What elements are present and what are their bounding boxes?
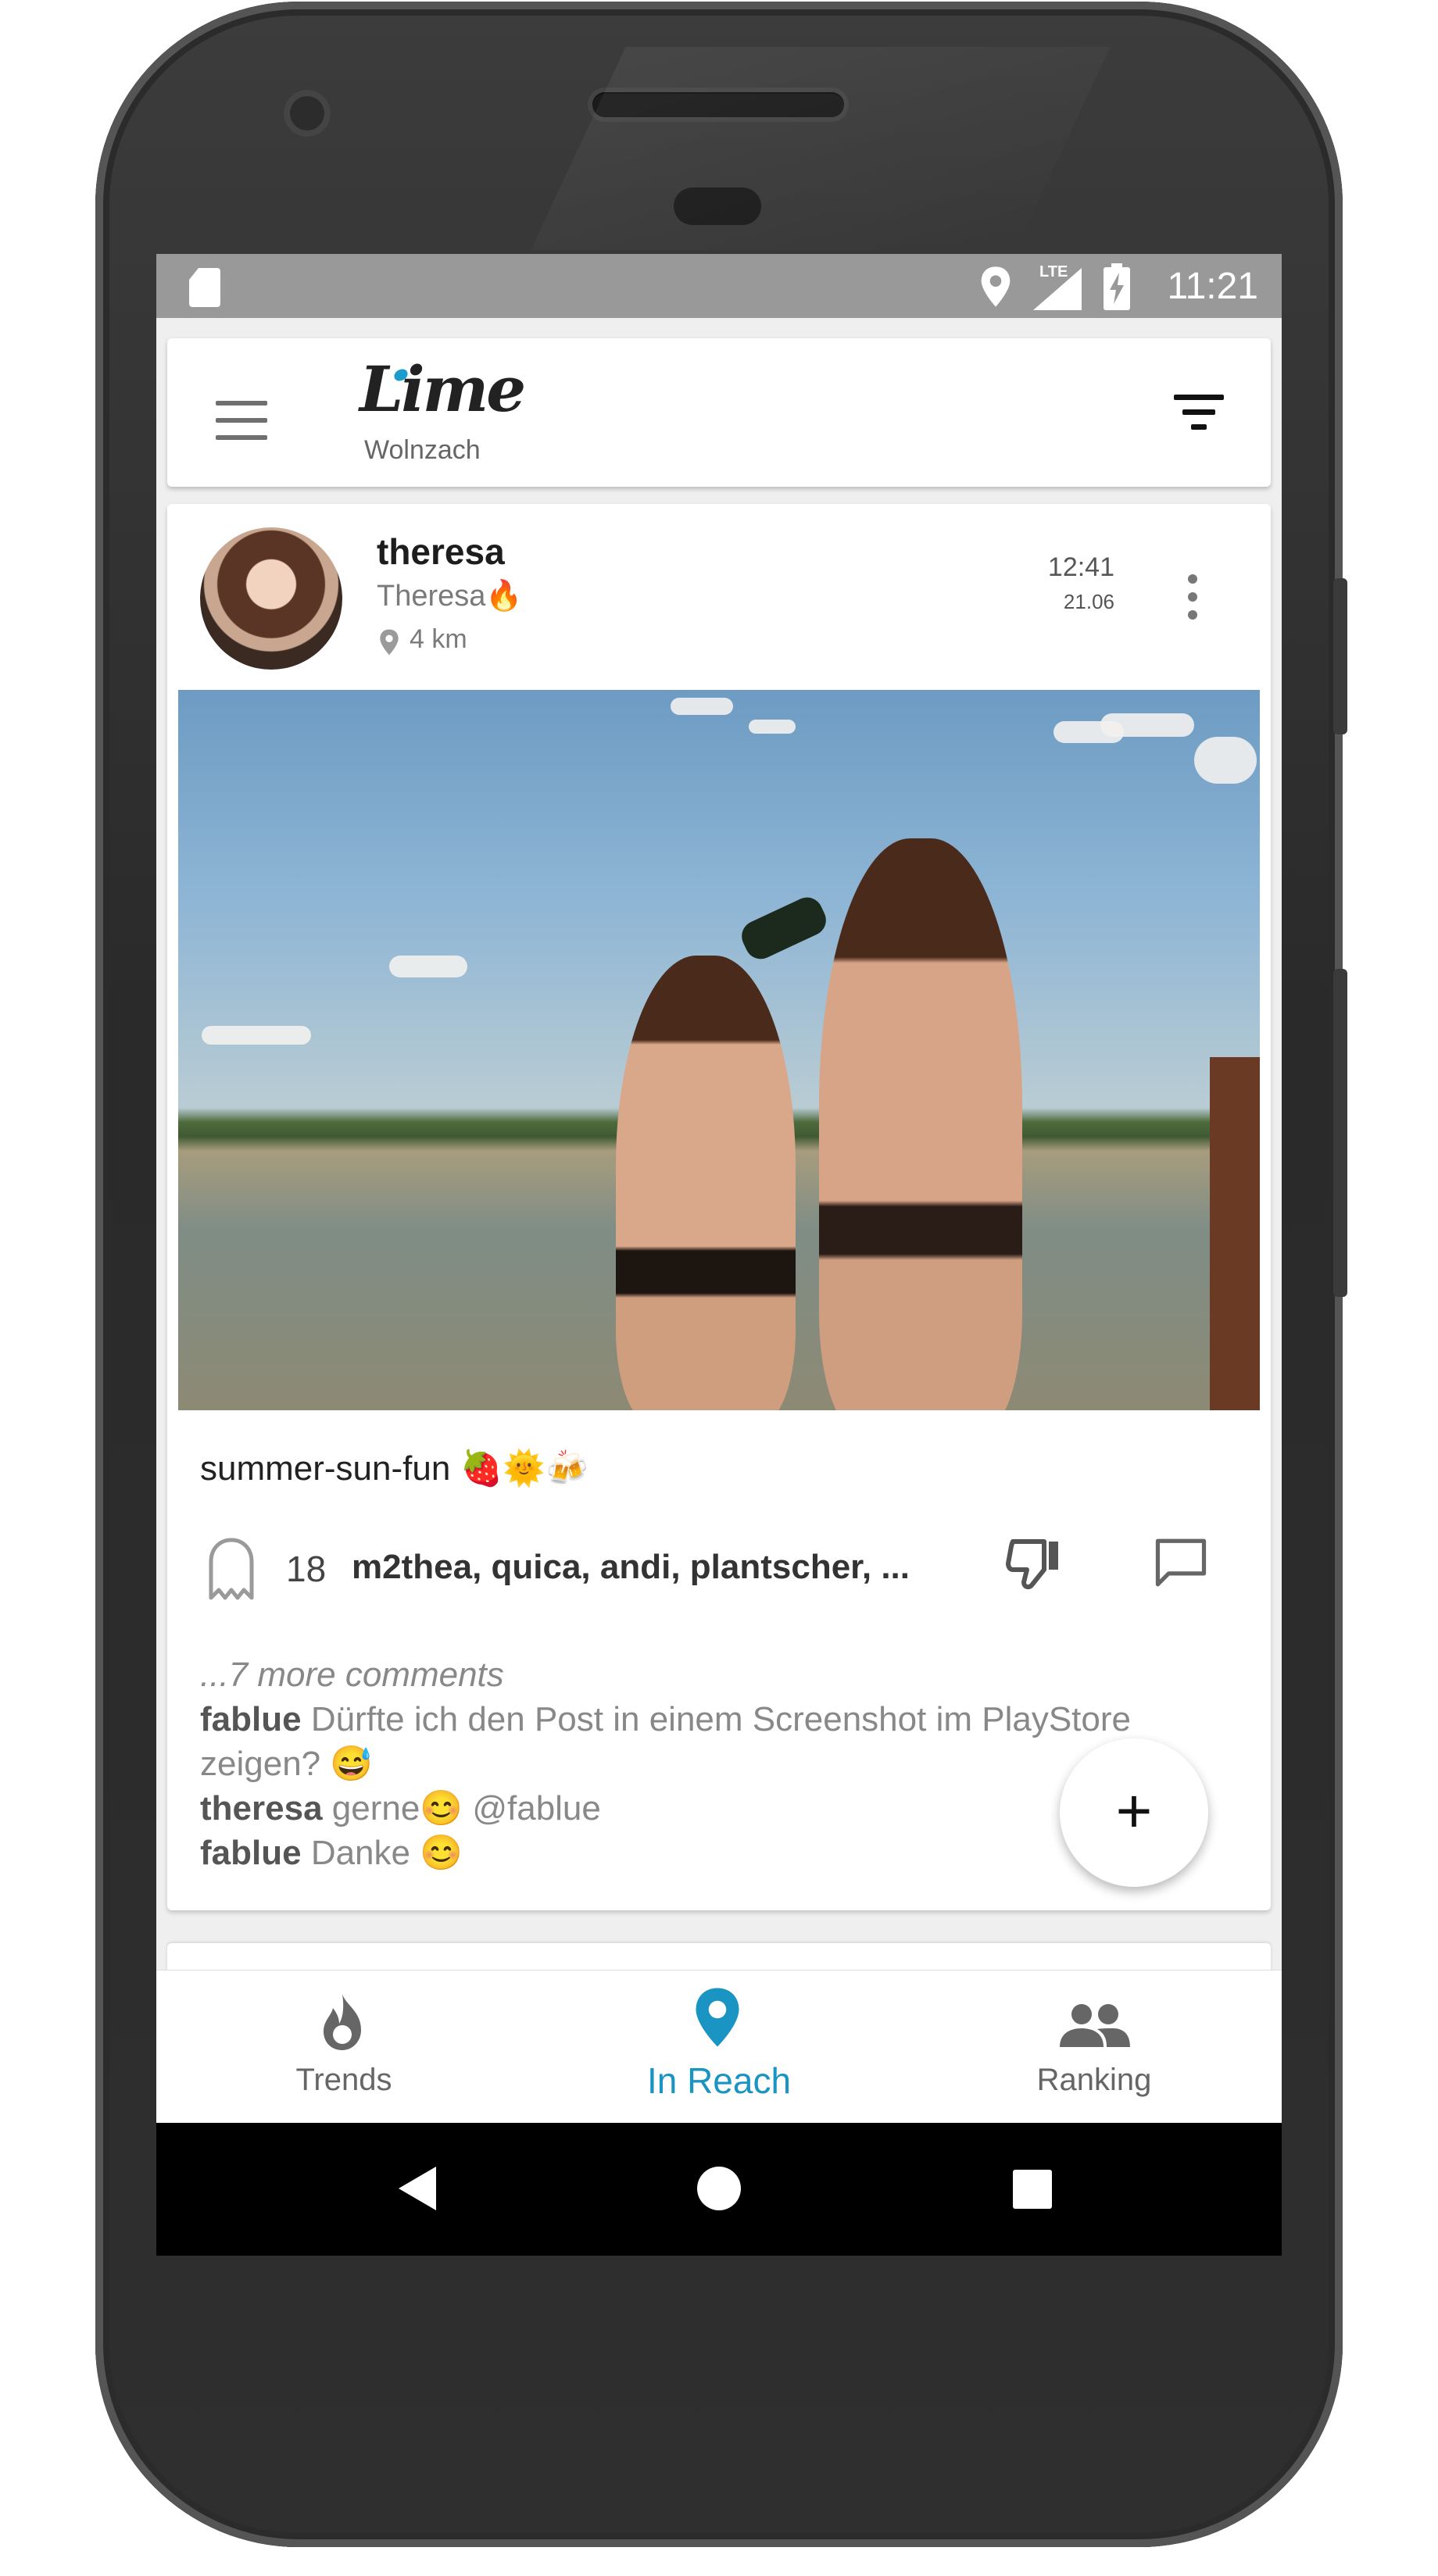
nav-trends[interactable]: Trends <box>203 1970 485 2124</box>
sd-card-icon <box>189 268 220 307</box>
home-icon[interactable] <box>697 2167 741 2210</box>
status-bar: LTE 11:21 <box>156 254 1282 318</box>
front-camera <box>284 90 331 137</box>
add-post-button[interactable]: + <box>1060 1738 1208 1887</box>
comment-text: gerne😊 @fablue <box>331 1789 601 1827</box>
nav-ranking[interactable]: Ranking <box>953 1970 1235 2124</box>
post-time: 12:41 <box>1047 552 1114 582</box>
ghost-like-icon[interactable] <box>206 1535 256 1602</box>
comment-user[interactable]: fablue <box>200 1700 302 1738</box>
proximity-sensor <box>674 188 761 225</box>
likers-list[interactable]: m2thea, quica, andi, plantscher, ... <box>352 1548 930 1587</box>
flame-icon <box>324 1994 361 2050</box>
nav-in-reach[interactable]: In Reach <box>578 1970 860 2124</box>
filter-icon[interactable] <box>1174 395 1224 439</box>
nav-label: In Reach <box>646 2060 792 2101</box>
more-comments-link[interactable]: ...7 more comments <box>200 1652 1232 1697</box>
location-status-icon <box>981 266 1011 307</box>
app-logo: Lime <box>360 352 526 426</box>
comment-text: Dürfte ich den Post in einem Screenshot … <box>200 1700 1131 1783</box>
plus-icon: + <box>1115 1776 1153 1845</box>
power-button <box>1333 969 1347 1297</box>
comment-user[interactable]: fablue <box>200 1834 302 1872</box>
location-pin-small-icon <box>380 629 399 656</box>
signal-icon <box>1033 268 1082 310</box>
menu-icon[interactable] <box>216 401 267 452</box>
location-subtitle: Wolnzach <box>364 435 481 465</box>
nav-label: Trends <box>295 2063 392 2097</box>
post-username[interactable]: theresa <box>377 531 505 573</box>
app-logo-text: Lime <box>360 352 526 426</box>
battery-charging-icon <box>1104 263 1130 310</box>
nav-label: Ranking <box>1036 2063 1152 2097</box>
people-icon <box>1060 2004 1130 2047</box>
thumbs-down-icon[interactable] <box>1003 1532 1066 1595</box>
phone-screen: LTE 11:21 Lime Wolnzach theresa Theresa🔥 <box>156 254 1282 2256</box>
comment-user[interactable]: theresa <box>200 1789 323 1827</box>
post-caption: summer-sun-fun 🍓🌞🍻 <box>200 1449 588 1488</box>
comment-text: Danke 😊 <box>310 1834 463 1872</box>
bottom-navigation: Trends In Reach Ranking <box>156 1970 1282 2124</box>
like-count: 18 <box>286 1549 327 1589</box>
earpiece-speaker <box>592 92 844 117</box>
post-distance: 4 km <box>410 624 467 654</box>
more-options-icon[interactable] <box>1188 574 1197 628</box>
recents-icon[interactable] <box>1013 2170 1052 2209</box>
post-date: 21.06 <box>1063 590 1114 613</box>
post-photo[interactable] <box>178 690 1260 1410</box>
post-card: theresa Theresa🔥 4 km 12:41 21.06 summer… <box>167 504 1271 1910</box>
volume-button <box>1333 578 1347 734</box>
comment-icon[interactable] <box>1154 1537 1208 1588</box>
avatar[interactable] <box>200 527 342 670</box>
system-navigation-bar <box>156 2123 1282 2256</box>
app-bar: Lime Wolnzach <box>167 338 1271 487</box>
location-pin-icon <box>696 1988 739 2047</box>
back-icon[interactable] <box>395 2163 439 2213</box>
clock: 11:21 <box>1167 266 1258 307</box>
post-display-name: Theresa🔥 <box>377 580 523 613</box>
